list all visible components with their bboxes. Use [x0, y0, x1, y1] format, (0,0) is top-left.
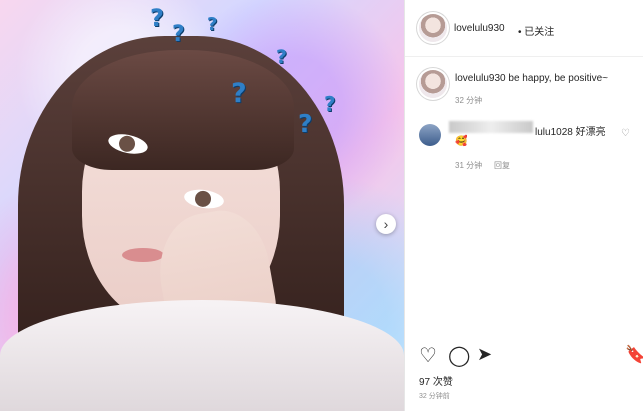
reply-button[interactable]: 回复	[494, 160, 510, 171]
caption-avatar[interactable]	[419, 70, 447, 98]
post-photo: ? ? ? ? ? ? ? ›	[0, 0, 404, 411]
header-username[interactable]: lovelulu930	[454, 23, 505, 34]
lips	[122, 248, 164, 262]
question-mark-icon: ?	[150, 4, 164, 32]
follow-status[interactable]: • 已关注	[518, 23, 554, 38]
blurred-username	[449, 121, 533, 133]
question-mark-icon: ?	[276, 46, 288, 68]
question-mark-icon: ?	[324, 92, 336, 116]
share-icon[interactable]: ➤	[477, 345, 492, 365]
comment-heart-icon[interactable]: ♡	[621, 128, 630, 139]
bookmark-icon[interactable]: 🔖	[625, 345, 643, 365]
post-actions: ♡ ◯ ➤ 🔖	[419, 345, 643, 369]
post-side-panel: lovelulu930 • 已关注 lovelulu930 be happy, …	[404, 0, 643, 411]
comment-username[interactable]: lulu1028	[535, 127, 573, 138]
question-mark-icon: ?	[298, 109, 313, 138]
caption-text: be happy, be positive~	[508, 73, 608, 84]
shoulder	[0, 300, 404, 411]
question-mark-icon: ?	[172, 22, 185, 47]
comment-avatar[interactable]	[419, 124, 441, 146]
post-header: lovelulu930 • 已关注	[405, 0, 643, 57]
caption: lovelulu930 be happy, be positive~	[455, 73, 608, 84]
comment-text: 好漂亮	[575, 127, 606, 138]
comment-icon[interactable]: ◯	[448, 345, 470, 365]
question-mark-icon: ?	[231, 78, 247, 109]
post-time: 32 分钟前	[419, 393, 450, 400]
question-mark-icon: ?	[207, 14, 218, 35]
comment-username-and-text: lulu1028 好漂亮	[535, 123, 606, 138]
heart-icon[interactable]: ♡	[419, 345, 437, 365]
next-arrow-icon[interactable]: ›	[376, 214, 396, 234]
likes-count[interactable]: 97 次赞	[419, 373, 453, 388]
avatar[interactable]	[419, 14, 447, 42]
comment-time: 31 分钟	[455, 161, 483, 170]
bangs	[72, 50, 294, 170]
caption-username[interactable]: lovelulu930	[455, 73, 506, 84]
comment-emoji: 🥰	[455, 136, 468, 147]
caption-time: 32 分钟	[455, 96, 483, 105]
